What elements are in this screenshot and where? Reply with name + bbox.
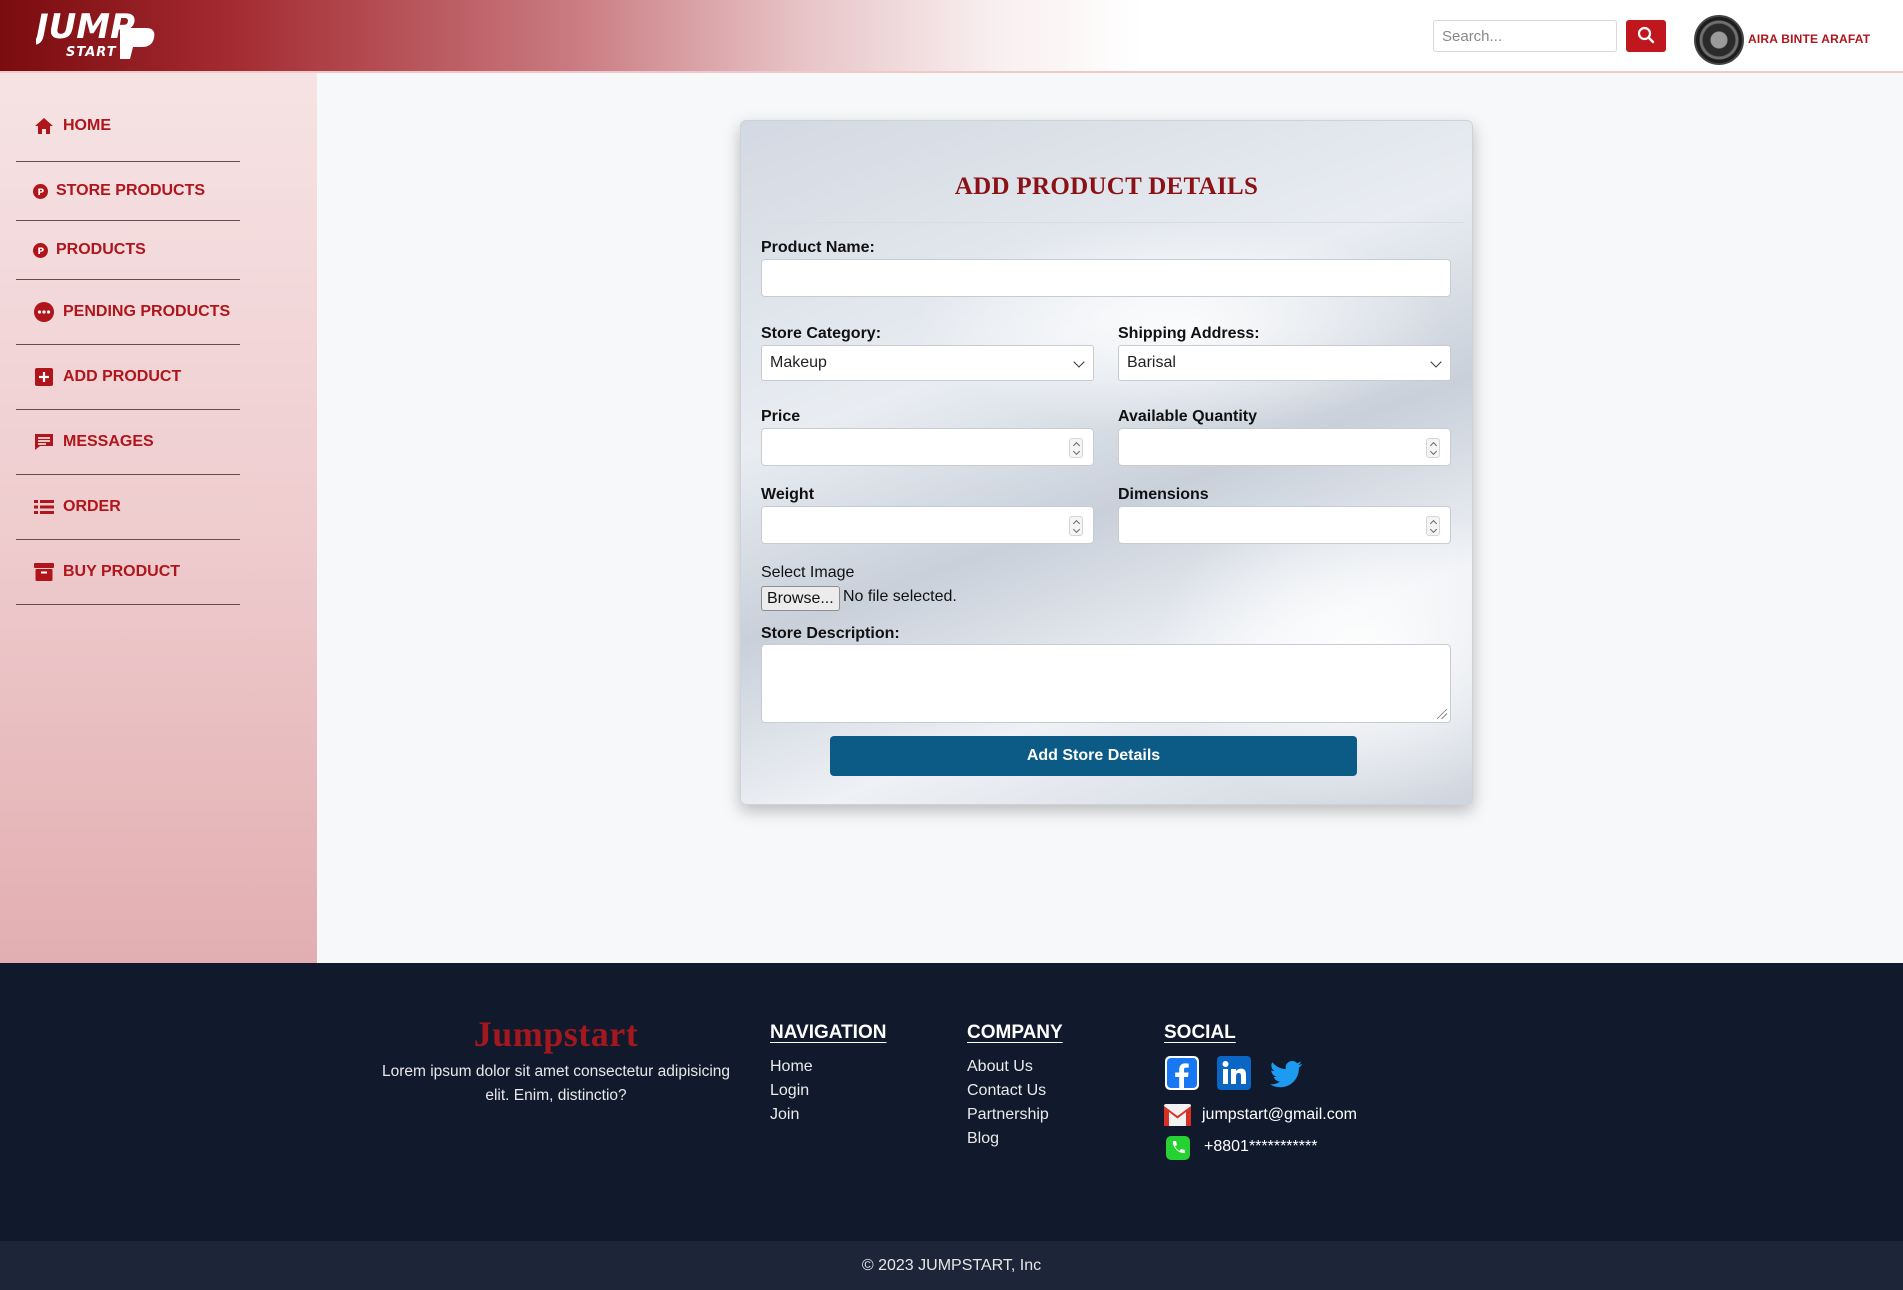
svg-text:P: P (37, 188, 44, 198)
gmail-icon (1164, 1104, 1191, 1128)
linkedin-icon[interactable] (1216, 1055, 1252, 1091)
sidebar-item-buy-product[interactable]: BUY PRODUCT (16, 540, 240, 605)
product-name-input[interactable] (761, 259, 1451, 297)
store-category-value: Makeup (770, 354, 827, 371)
file-status-text: No file selected. (843, 588, 957, 605)
search-button[interactable] (1626, 20, 1666, 52)
shipping-address-select[interactable]: Barisal (1118, 345, 1451, 381)
copyright-bar: © 2023 JUMPSTART, Inc (0, 1241, 1903, 1290)
sidebar-item-store-products[interactable]: P STORE PRODUCTS (16, 162, 240, 221)
message-icon (33, 431, 55, 453)
price-input[interactable] (761, 428, 1094, 466)
footer-brand: Jumpstart (473, 1014, 639, 1054)
sidebar-item-label: ADD PRODUCT (63, 368, 182, 385)
top-header: JUMP START AIRA BINTE ARAFAT (0, 0, 1903, 73)
sidebar-item-add-product[interactable]: ADD PRODUCT (16, 345, 240, 410)
number-spinner-icon[interactable] (1069, 516, 1083, 536)
footer-link-about-us[interactable]: About Us (967, 1058, 1033, 1076)
footer-description: Lorem ipsum dolor sit amet consectetur a… (381, 1063, 731, 1104)
weight-input[interactable] (761, 506, 1094, 544)
copyright-text: © 2023 JUMPSTART, Inc (861, 1256, 1042, 1274)
store-category-label: Store Category: (761, 325, 882, 342)
sidebar-item-order[interactable]: ORDER (16, 475, 240, 540)
chevron-down-icon (1430, 356, 1442, 368)
product-name-label: Product Name: (761, 239, 875, 256)
shipping-address-label: Shipping Address: (1118, 325, 1260, 342)
list-icon (33, 496, 55, 518)
sidebar-item-messages[interactable]: MESSAGES (16, 410, 240, 475)
sidebar-item-label: PENDING PRODUCTS (63, 303, 231, 320)
sidebar-item-pending-products[interactable]: PENDING PRODUCTS (16, 280, 240, 345)
social-heading: SOCIAL (1164, 1022, 1236, 1043)
form-divider (749, 222, 1464, 223)
sidebar: HOME P STORE PRODUCTS P PRODUCTS PENDING… (0, 73, 317, 963)
footer: Jumpstart Lorem ipsum dolor sit amet con… (0, 963, 1903, 1241)
dimensions-input[interactable] (1118, 506, 1451, 544)
logo-text-start: START (66, 45, 117, 60)
footer-link-contact-us[interactable]: Contact Us (967, 1082, 1046, 1100)
sidebar-item-label: HOME (63, 117, 111, 134)
facebook-icon[interactable] (1164, 1055, 1200, 1091)
sidebar-item-label: STORE PRODUCTS (56, 182, 206, 199)
sidebar-item-label: ORDER (63, 498, 121, 515)
number-spinner-icon[interactable] (1426, 516, 1440, 536)
price-label: Price (761, 408, 801, 425)
search-input[interactable] (1433, 20, 1617, 52)
footer-link-login[interactable]: Login (770, 1082, 809, 1100)
browse-button[interactable]: Browse... (761, 586, 840, 611)
number-spinner-icon[interactable] (1069, 438, 1083, 458)
sidebar-item-label: MESSAGES (63, 433, 154, 450)
store-description-textarea[interactable] (761, 644, 1451, 723)
store-category-select[interactable]: Makeup (761, 345, 1094, 381)
p-circle-icon: P (32, 239, 48, 261)
home-icon (33, 115, 55, 137)
form-title: ADD PRODUCT DETAILS (954, 173, 1259, 200)
footer-link-join[interactable]: Join (770, 1106, 799, 1124)
footer-email[interactable]: jumpstart@gmail.com (1202, 1106, 1357, 1124)
p-circle-icon: P (32, 180, 48, 202)
user-name[interactable]: AIRA BINTE ARAFAT (1748, 32, 1870, 46)
navigation-heading: NAVIGATION (770, 1022, 887, 1043)
user-avatar[interactable] (1694, 15, 1744, 65)
dimensions-label: Dimensions (1118, 486, 1209, 503)
available-quantity-label: Available Quantity (1118, 408, 1257, 425)
twitter-icon[interactable] (1268, 1055, 1304, 1091)
sidebar-item-home[interactable]: HOME (16, 91, 240, 162)
number-spinner-icon[interactable] (1426, 438, 1440, 458)
footer-link-partnership[interactable]: Partnership (967, 1106, 1049, 1124)
chevron-down-icon (1073, 356, 1085, 368)
store-description-label: Store Description: (761, 625, 900, 642)
company-heading: COMPANY (967, 1022, 1063, 1043)
search-icon (1637, 26, 1655, 47)
footer-link-home[interactable]: Home (770, 1058, 813, 1076)
available-quantity-input[interactable] (1118, 428, 1451, 466)
sidebar-item-products[interactable]: P PRODUCTS (16, 221, 240, 280)
select-image-label: Select Image (761, 564, 855, 581)
footer-phone[interactable]: +8801*********** (1204, 1138, 1317, 1156)
plus-square-icon (33, 366, 55, 388)
footer-link-blog[interactable]: Blog (967, 1130, 999, 1148)
add-store-details-button[interactable]: Add Store Details (830, 736, 1357, 776)
svg-text:P: P (37, 247, 44, 257)
sidebar-item-label: PRODUCTS (56, 241, 146, 258)
weight-label: Weight (761, 486, 815, 503)
sidebar-item-label: BUY PRODUCT (63, 563, 181, 580)
phone-icon (1166, 1136, 1193, 1160)
jumpstart-logo[interactable]: JUMP START (30, 6, 156, 64)
add-product-form: ADD PRODUCT DETAILS Product Name: Store … (740, 120, 1473, 805)
ellipsis-circle-icon (33, 301, 55, 323)
archive-box-icon (33, 561, 55, 583)
resize-handle-icon[interactable] (1437, 709, 1447, 719)
shipping-address-value: Barisal (1127, 354, 1176, 371)
